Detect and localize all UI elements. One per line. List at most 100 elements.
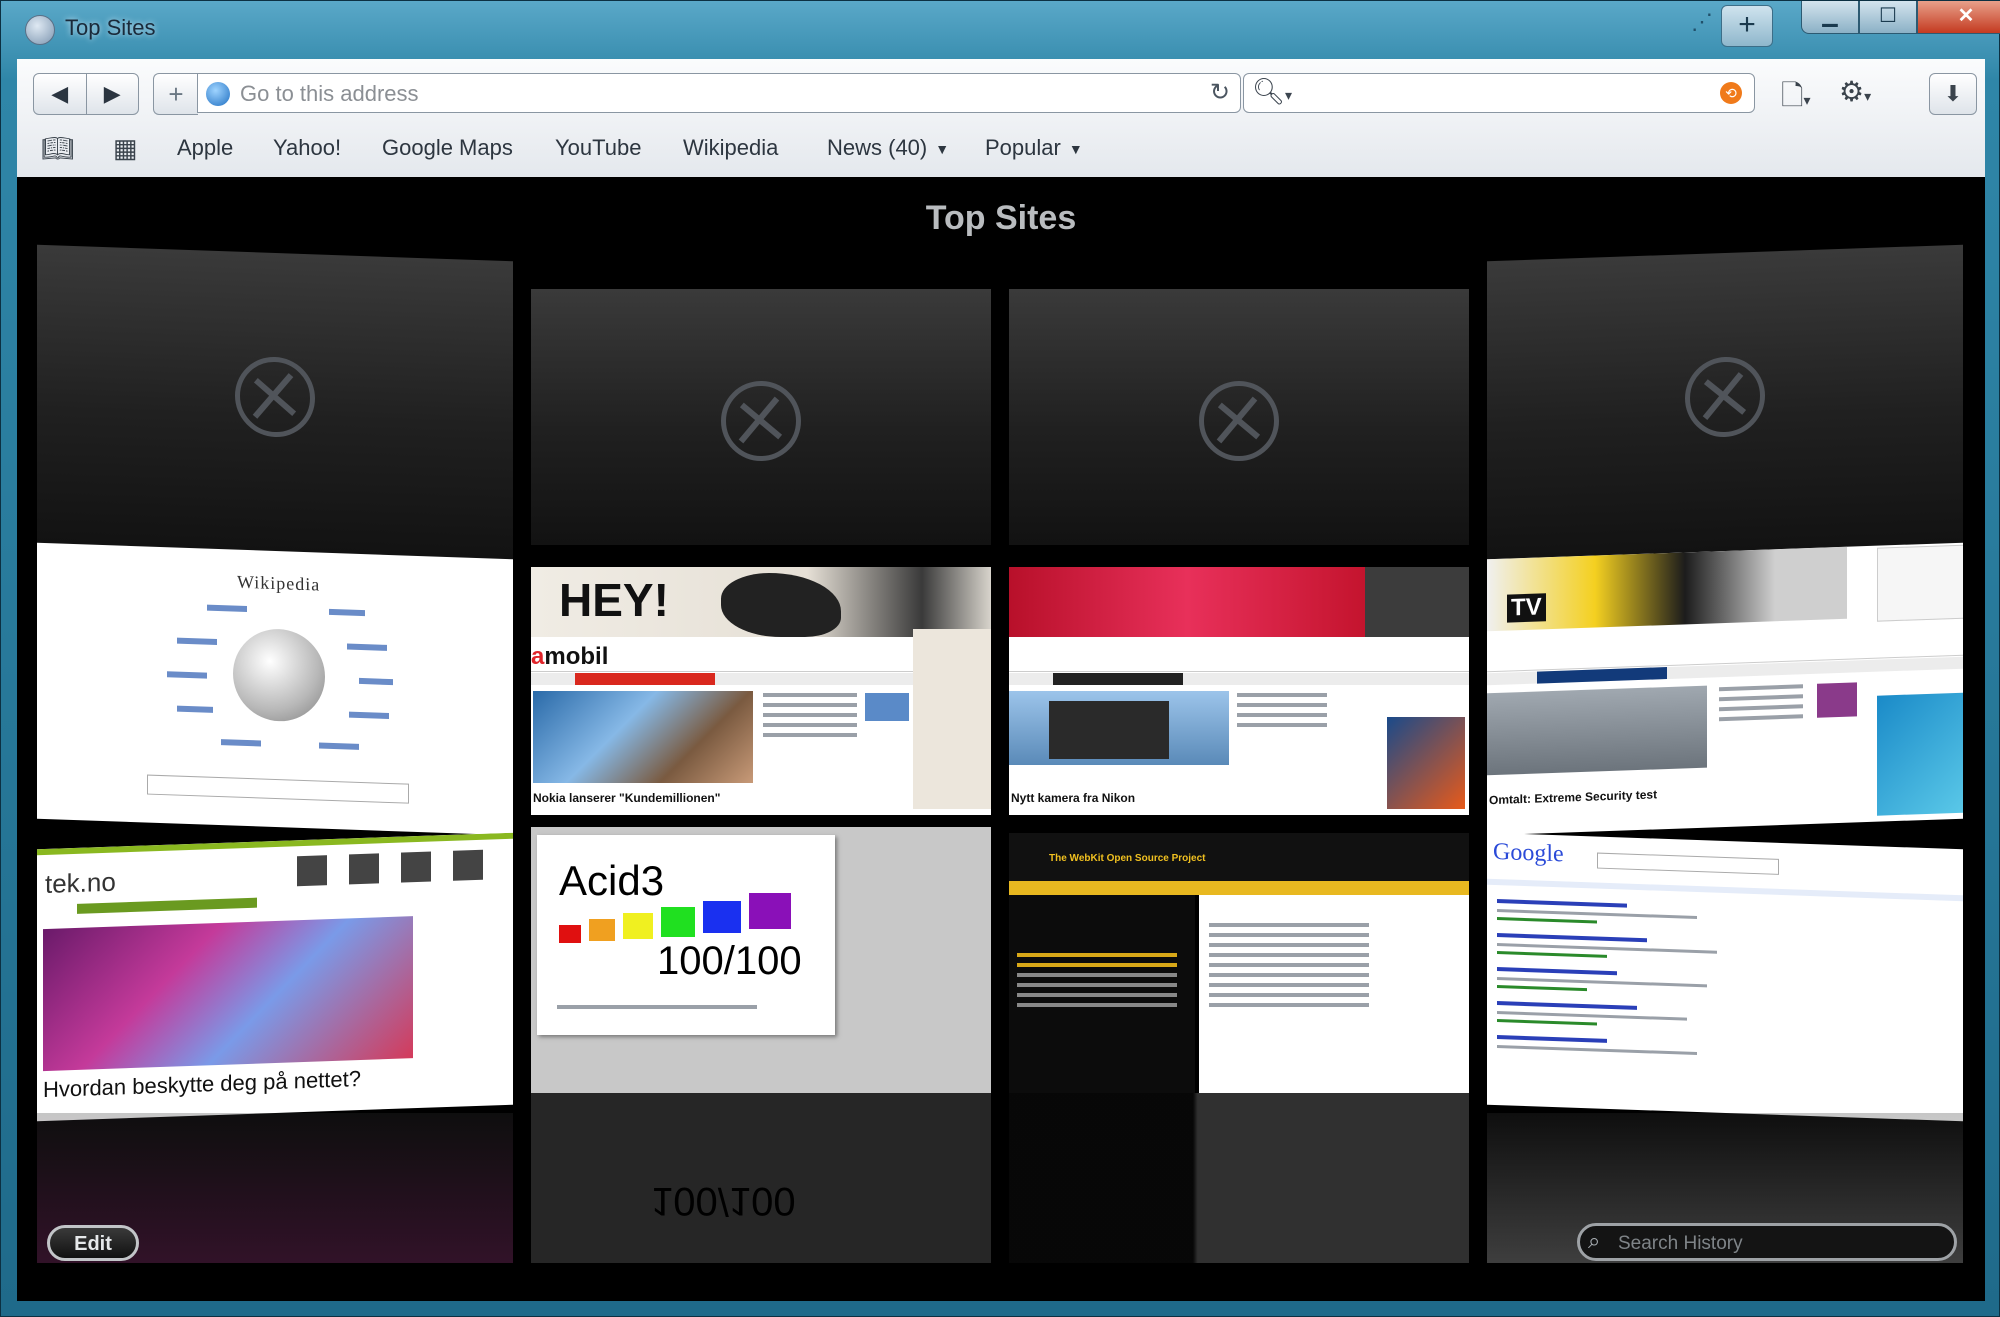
maximize-button[interactable]: ☐ — [1859, 1, 1917, 34]
thumbnail-empty[interactable] — [531, 289, 991, 545]
edit-button[interactable]: Edit — [47, 1225, 139, 1261]
bookmarks-bar: 📖︎ ▦ Apple Yahoo! Google Maps YouTube Wi… — [17, 127, 1985, 169]
browser-window: Top Sites ⋰ + ▁ ☐ ✕ ◀ ▶ + ↻ 🔍︎▾ ⟲ 🗋▾ ⚙▾ … — [0, 0, 2000, 1317]
popular-label: Popular — [985, 135, 1061, 160]
thumbnail-wikipedia[interactable]: Wikipedia — [37, 542, 513, 836]
chevron-down-icon: ▼ — [935, 141, 950, 158]
article-image — [1487, 685, 1707, 776]
thumbnail-empty[interactable] — [1009, 289, 1469, 545]
search-field: 🔍︎▾ ⟲ — [1243, 73, 1755, 113]
webkit-text — [1209, 923, 1369, 1013]
thumb-image — [865, 693, 909, 721]
gear-icon[interactable]: ⚙▾ — [1839, 75, 1871, 108]
bookmark-yahoo[interactable]: Yahoo! — [273, 135, 341, 161]
thumbnail-hardware-site[interactable]: TV Omtalt: Extreme Security test — [1487, 542, 1963, 836]
thumbnail-google[interactable]: Google — [1487, 832, 1963, 1122]
google-logo: Google — [1493, 838, 1564, 868]
acid3-title: Acid3 — [559, 857, 665, 904]
sidebar-ad — [913, 629, 991, 809]
address-input[interactable] — [238, 78, 1142, 110]
compass-icon — [1199, 381, 1279, 461]
acid3-card: Acid3 100/100 — [537, 835, 835, 1035]
goat-image — [721, 573, 841, 637]
add-bookmark-button[interactable]: + — [153, 73, 198, 115]
google-search-box — [1597, 852, 1779, 875]
reload-icon[interactable]: ↻ — [1210, 78, 1230, 107]
thumbnail-acid3[interactable]: Acid3 100/100 — [531, 827, 991, 1093]
webkit-heading: The WebKit Open Source Project — [1049, 853, 1206, 864]
compass-icon — [1685, 355, 1765, 439]
article-text — [1237, 693, 1327, 733]
language-link — [207, 604, 247, 613]
page-title: Top Sites — [925, 199, 1077, 237]
banner-text: HEY! — [559, 574, 669, 626]
back-button[interactable]: ◀ — [34, 74, 86, 114]
bookmark-news-folder[interactable]: News (40) ▼ — [827, 135, 949, 161]
toolbar: ◀ ▶ + ↻ 🔍︎▾ ⟲ 🗋▾ ⚙▾ ⬇ 📖︎ ▦ Apple Yahoo! … — [17, 59, 1985, 178]
site-header — [1009, 639, 1469, 672]
camera-image — [1049, 701, 1169, 759]
language-link — [349, 711, 389, 719]
bookmark-apple[interactable]: Apple — [177, 135, 233, 161]
reflection: 100/100 — [531, 1093, 991, 1263]
thumbnail-gaming-site[interactable]: Nytt kamera fra Nikon — [1009, 567, 1469, 815]
thumbnail-webkit[interactable]: The WebKit Open Source Project — [1009, 833, 1469, 1093]
compass-icon — [721, 381, 801, 461]
article-image — [533, 691, 753, 783]
grid-icon[interactable]: ▦ — [113, 133, 138, 164]
bookmark-popular-folder[interactable]: Popular ▼ — [985, 135, 1083, 161]
acid-square-red — [559, 925, 581, 943]
back-arrow-icon: ◀ — [51, 81, 69, 106]
search-history-input[interactable] — [1616, 1230, 1940, 1258]
thumbnail-tekno[interactable]: tek.no Hvordan beskytte deg på nettet? — [37, 832, 513, 1122]
language-link — [359, 677, 393, 686]
chevron-down-icon: ▼ — [1068, 141, 1083, 158]
acid3-score: 100/100 — [657, 939, 802, 983]
language-link — [177, 637, 217, 645]
address-bar: ↻ — [197, 73, 1241, 113]
snapback-icon[interactable]: ⟲ — [1720, 82, 1742, 104]
page-menu-icon[interactable]: 🗋▾ — [1781, 75, 1811, 123]
sidebar-links — [1017, 953, 1177, 1013]
wikipedia-search-box — [147, 774, 409, 804]
acid-square-yellow — [623, 913, 653, 939]
article-headline: Omtalt: Extreme Security test — [1489, 787, 1658, 808]
nav-buttons: ◀ ▶ — [33, 73, 139, 115]
acid-square-orange — [589, 919, 615, 941]
thumbnail-empty[interactable] — [37, 244, 513, 562]
article-headline: Nokia lanserer "Kundemillionen" — [533, 791, 721, 805]
search-icon[interactable]: 🔍︎▾ — [1252, 76, 1292, 107]
resize-grip-icon: ⋰ — [1691, 9, 1713, 34]
bookmark-youtube[interactable]: YouTube — [555, 135, 641, 161]
acid-square-purple — [749, 893, 791, 929]
ad-banner: HEY! — [531, 567, 991, 637]
webkit-nav — [1009, 881, 1469, 895]
search-history-field: ⌕ — [1577, 1223, 1957, 1261]
language-link — [221, 739, 261, 747]
side-ad — [1387, 717, 1465, 809]
window-title: Top Sites — [65, 15, 156, 40]
book-icon[interactable]: 📖︎ — [41, 133, 74, 164]
thumb-image — [1817, 682, 1857, 718]
acid-reflection-text: 100/100 — [651, 1179, 796, 1223]
forward-button[interactable]: ▶ — [85, 74, 139, 114]
downloads-button[interactable]: ⬇ — [1929, 73, 1977, 115]
article-text — [763, 693, 857, 743]
thumbnail-empty[interactable] — [1487, 244, 1963, 562]
side-ad — [1877, 544, 1963, 622]
news-label: News (40) — [827, 135, 928, 160]
bookmark-wikipedia[interactable]: Wikipedia — [683, 135, 778, 161]
close-button[interactable]: ✕ — [1917, 1, 2000, 34]
site-nav — [77, 897, 257, 914]
language-link — [329, 608, 365, 617]
language-link — [167, 671, 207, 679]
minimize-button[interactable]: ▁ — [1801, 1, 1859, 34]
new-tab-button[interactable]: + — [1721, 5, 1773, 47]
bookmark-google-maps[interactable]: Google Maps — [382, 135, 513, 161]
reflection — [1009, 1093, 1469, 1263]
search-input[interactable] — [1294, 78, 1698, 110]
wikipedia-logo-text: Wikipedia — [237, 571, 321, 595]
banner-right — [1365, 567, 1469, 637]
thumbnail-amobil[interactable]: HEY! aamobilmobil Nokia lanserer "Kundem… — [531, 567, 991, 815]
tekno-brand: tek.no — [45, 866, 116, 900]
